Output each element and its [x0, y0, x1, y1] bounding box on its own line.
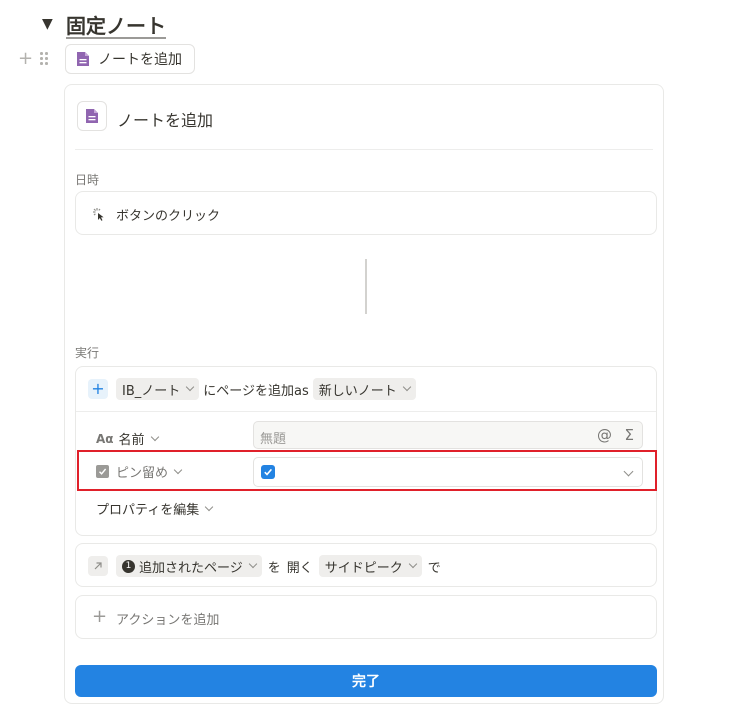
- property-name-label: 名前: [118, 433, 145, 448]
- add-page-plus-icon: +: [88, 379, 108, 399]
- panel-title[interactable]: ノートを追加: [117, 107, 213, 131]
- add-block-plus-icon[interactable]: +: [18, 50, 33, 68]
- button-config-panel: ノートを追加 日時 ボタンのクリック 実行 + IB_ノート にページを追加as…: [64, 84, 664, 704]
- trigger-value: ボタンのクリック: [116, 209, 221, 224]
- click-cursor-icon: [93, 208, 104, 221]
- panel-icon-button[interactable]: [77, 101, 107, 131]
- section-heading[interactable]: 固定ノート: [66, 10, 166, 39]
- chevron-down-icon: [623, 466, 634, 477]
- chevron-down-icon: [186, 382, 195, 392]
- add-action-button[interactable]: + アクションを追加: [75, 595, 657, 639]
- divider: [75, 149, 653, 150]
- verb-text: 開く: [286, 560, 313, 576]
- page-select[interactable]: 1 追加されたページ: [116, 555, 262, 577]
- property-pinned-label: ピン留め: [116, 466, 169, 481]
- chevron-down-icon: [173, 465, 183, 474]
- chevron-down-icon: [408, 559, 418, 569]
- action-label: 実行: [75, 346, 100, 360]
- open-mode-label: サイドピーク: [324, 560, 403, 576]
- drag-handle-icon[interactable]: [40, 52, 50, 66]
- plus-icon: +: [92, 606, 108, 627]
- chevron-down-icon: [204, 502, 214, 511]
- property-pinned-selector[interactable]: ピン留め: [96, 462, 183, 481]
- add-action-label: アクションを追加: [116, 613, 220, 628]
- page-icon: [77, 52, 89, 66]
- database-select[interactable]: IB_ノート: [116, 378, 200, 400]
- add-note-button-block[interactable]: ノートを追加: [65, 44, 195, 74]
- edit-properties-button[interactable]: プロパティを編集: [96, 499, 214, 518]
- edit-properties-label: プロパティを編集: [96, 503, 200, 518]
- name-input[interactable]: 無題 @ Σ: [253, 421, 643, 449]
- checkbox-checked-icon[interactable]: [261, 465, 275, 479]
- chevron-down-icon: [248, 559, 257, 569]
- chevron-down-icon: [402, 382, 412, 392]
- database-select-label: IB_ノート: [122, 383, 181, 399]
- add-page-action-card: + IB_ノート にページを追加as 新しいノート Aα 名前 無題 @ Σ ピ…: [75, 366, 657, 536]
- formula-icon[interactable]: Σ: [625, 426, 634, 444]
- flow-connector-line: [365, 259, 367, 314]
- trigger-card[interactable]: ボタンのクリック: [75, 191, 657, 235]
- particle-text: を: [267, 560, 281, 576]
- suffix-text: で: [427, 560, 441, 576]
- open-arrow-icon: [88, 556, 108, 576]
- page-icon: [86, 109, 98, 123]
- trigger-label: 日時: [75, 173, 100, 187]
- open-page-action-card: 1 追加されたページ を 開く サイドピーク で: [75, 543, 657, 587]
- add-page-connector-text: にページを追加as: [203, 383, 309, 399]
- divider: [76, 411, 656, 412]
- text-property-icon: Aα: [96, 431, 114, 446]
- mention-icon[interactable]: @: [597, 426, 612, 444]
- done-button[interactable]: 完了: [75, 665, 657, 697]
- template-select[interactable]: 新しいノート: [312, 378, 416, 400]
- name-placeholder: 無題: [260, 432, 287, 447]
- button-block-label: ノートを追加: [98, 52, 182, 68]
- page-select-label: 追加されたページ: [139, 560, 243, 576]
- toggle-triangle-icon[interactable]: ▼: [42, 16, 53, 32]
- open-mode-select[interactable]: サイドピーク: [318, 555, 422, 577]
- step-number-icon: 1: [122, 559, 135, 573]
- chevron-down-icon: [150, 432, 159, 441]
- pinned-value-select[interactable]: [253, 457, 643, 487]
- property-name-selector[interactable]: Aα 名前: [96, 429, 159, 448]
- checkbox-property-icon: [96, 465, 109, 478]
- template-select-label: 新しいノート: [318, 383, 397, 399]
